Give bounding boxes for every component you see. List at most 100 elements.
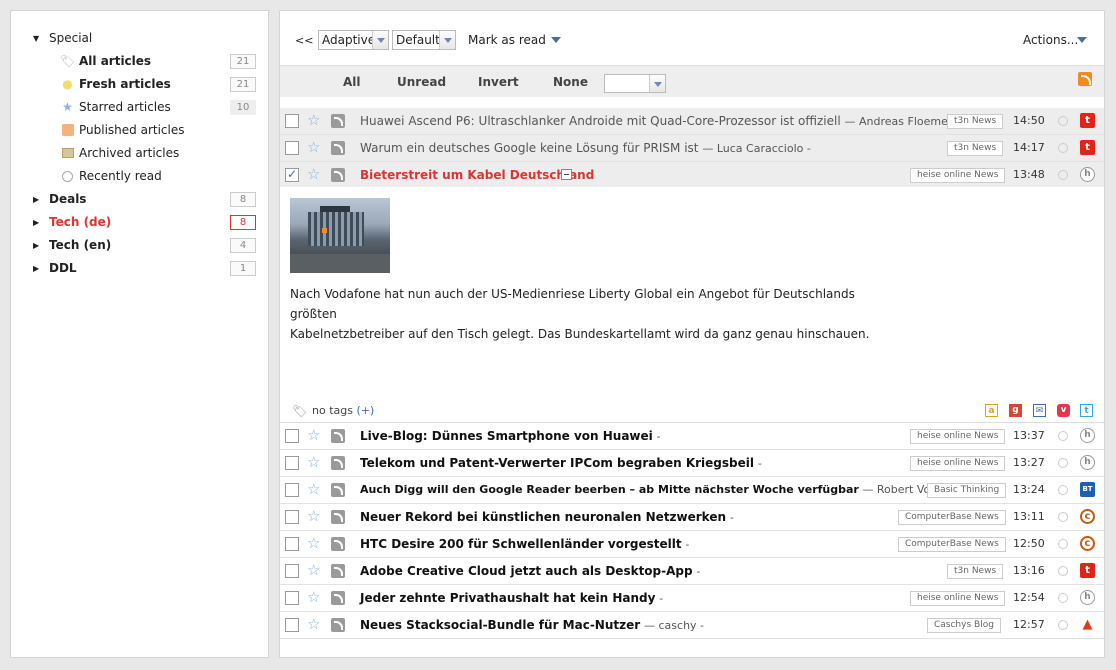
- category-special[interactable]: ▼ Special: [11, 27, 268, 49]
- feed-item-published-articles[interactable]: Published articles: [11, 119, 268, 141]
- star-icon[interactable]: ☆: [307, 166, 320, 182]
- feed-badge[interactable]: heise online News: [910, 591, 1006, 606]
- star-icon[interactable]: ☆: [307, 508, 320, 524]
- headline-title[interactable]: Warum ein deutsches Google keine Lösung …: [360, 141, 811, 155]
- headline-row[interactable]: ☆ Huawei Ascend P6: Ultraschlanker Andro…: [280, 108, 1104, 135]
- select-checkbox[interactable]: [285, 114, 299, 128]
- star-icon[interactable]: ☆: [307, 616, 320, 632]
- select-checkbox[interactable]: [285, 564, 299, 578]
- feed-item-fresh-articles[interactable]: ● Fresh articles 21: [11, 73, 268, 95]
- select-checkbox[interactable]: [285, 618, 299, 632]
- select-unread-link[interactable]: Unread: [397, 75, 446, 89]
- select-checkbox[interactable]: [285, 167, 299, 182]
- rss-icon[interactable]: [331, 429, 345, 443]
- collapsed-arrow-icon[interactable]: ▶: [33, 264, 39, 273]
- headline-row[interactable]: ☆ Telekom und Patent-Verwerter IPCom beg…: [280, 450, 1104, 477]
- view-mode-select[interactable]: Adaptive: [318, 30, 389, 50]
- rss-icon[interactable]: [331, 114, 345, 128]
- rss-icon[interactable]: [331, 141, 345, 155]
- feed-item-archived-articles[interactable]: Archived articles: [11, 142, 268, 164]
- headline-title[interactable]: Neues Stacksocial-Bundle für Mac-Nutzer …: [360, 618, 704, 632]
- actions-menu-button[interactable]: Actions...: [1023, 33, 1078, 47]
- headline-title[interactable]: HTC Desire 200 für Schwellenländer vorge…: [360, 537, 689, 551]
- feed-badge[interactable]: heise online News: [910, 429, 1006, 444]
- category-tech-en[interactable]: ▶ Tech (en) 4: [11, 234, 268, 256]
- email-icon[interactable]: ✉: [1033, 404, 1046, 417]
- google-plus-icon[interactable]: g: [1009, 404, 1022, 417]
- star-icon[interactable]: ☆: [307, 454, 320, 470]
- rss-icon[interactable]: [331, 483, 345, 497]
- category-deals[interactable]: ▶ Deals 8: [11, 188, 268, 210]
- headline-title[interactable]: Neuer Rekord bei künstlichen neuronalen …: [360, 510, 734, 524]
- star-icon[interactable]: ☆: [307, 427, 320, 443]
- headline-title[interactable]: Bieterstreit um Kabel Deutschland: [360, 168, 594, 182]
- feed-badge[interactable]: heise online News: [910, 168, 1006, 183]
- feed-badge[interactable]: ComputerBase News: [898, 510, 1006, 525]
- star-icon[interactable]: ☆: [307, 139, 320, 155]
- star-icon[interactable]: ☆: [307, 562, 320, 578]
- collapsed-arrow-icon[interactable]: ▶: [33, 195, 39, 204]
- select-checkbox[interactable]: [285, 456, 299, 470]
- feed-badge[interactable]: heise online News: [910, 456, 1006, 471]
- category-ddl[interactable]: ▶ DDL 1: [11, 257, 268, 279]
- select-checkbox[interactable]: [285, 141, 299, 155]
- select-checkbox[interactable]: [285, 591, 299, 605]
- headline-title[interactable]: Adobe Creative Cloud jetzt auch als Desk…: [360, 564, 700, 578]
- feed-badge[interactable]: Basic Thinking: [927, 483, 1007, 498]
- star-icon[interactable]: ☆: [307, 112, 320, 128]
- headline-row[interactable]: ☆ Live-Blog: Dünnes Smartphone von Huawe…: [280, 423, 1104, 450]
- select-none-link[interactable]: None: [553, 75, 588, 89]
- feed-item-starred-articles[interactable]: ★ Starred articles 10: [11, 96, 268, 118]
- select-checkbox[interactable]: [285, 429, 299, 443]
- star-icon[interactable]: ☆: [307, 589, 320, 605]
- rss-icon[interactable]: [331, 537, 345, 551]
- select-checkbox[interactable]: [285, 483, 299, 497]
- star-icon[interactable]: ☆: [307, 481, 320, 497]
- headline-row[interactable]: ☆ Warum ein deutsches Google keine Lösun…: [280, 135, 1104, 162]
- mark-as-read-button[interactable]: Mark as read: [468, 33, 546, 47]
- feed-item-all-articles[interactable]: 🏷 All articles 21: [11, 50, 268, 72]
- headline-row[interactable]: ☆ Neuer Rekord bei künstlichen neuronale…: [280, 504, 1104, 531]
- select-invert-link[interactable]: Invert: [478, 75, 519, 89]
- rss-icon[interactable]: [331, 591, 345, 605]
- collapse-sidebar-button[interactable]: <<: [295, 34, 313, 47]
- actions-dropdown-icon[interactable]: [1077, 37, 1087, 43]
- order-select[interactable]: Default: [392, 30, 456, 50]
- select-all-link[interactable]: All: [343, 75, 361, 89]
- active-headline-row[interactable]: ☆ Bieterstreit um Kabel Deutschland heis…: [280, 162, 1104, 189]
- rss-icon[interactable]: [331, 510, 345, 524]
- headline-row[interactable]: ☆ Jeder zehnte Privathaushalt hat kein H…: [280, 585, 1104, 612]
- select-checkbox[interactable]: [285, 537, 299, 551]
- collapse-article-icon[interactable]: [561, 169, 572, 180]
- headline-title[interactable]: Jeder zehnte Privathaushalt hat kein Han…: [360, 591, 663, 605]
- headline-title[interactable]: Huawei Ascend P6: Ultraschlanker Android…: [360, 114, 960, 128]
- feed-badge[interactable]: Caschys Blog: [927, 618, 1001, 633]
- feed-badge[interactable]: t3n News: [947, 114, 1004, 129]
- headline-title[interactable]: Auch Digg will den Google Reader beerben…: [360, 483, 963, 496]
- collapsed-arrow-icon[interactable]: ▶: [33, 218, 39, 227]
- rss-icon[interactable]: [331, 618, 345, 632]
- collapsed-arrow-icon[interactable]: ▶: [33, 241, 39, 250]
- mark-as-read-dropdown-icon[interactable]: [551, 37, 561, 43]
- feed-badge[interactable]: t3n News: [947, 564, 1004, 579]
- rss-icon[interactable]: [331, 456, 345, 470]
- star-icon[interactable]: ☆: [307, 535, 320, 551]
- headline-title[interactable]: Telekom und Patent-Verwerter IPCom begra…: [360, 456, 762, 470]
- headline-row[interactable]: ☆ Adobe Creative Cloud jetzt auch als De…: [280, 558, 1104, 585]
- headline-row[interactable]: ☆ HTC Desire 200 für Schwellenländer vor…: [280, 531, 1104, 558]
- headline-row[interactable]: ☆ Neues Stacksocial-Bundle für Mac-Nutze…: [280, 612, 1104, 639]
- rss-feed-icon[interactable]: [1078, 72, 1092, 86]
- rss-icon[interactable]: [331, 168, 345, 182]
- expanded-arrow-icon[interactable]: ▼: [33, 34, 39, 43]
- twitter-icon[interactable]: t: [1080, 404, 1093, 417]
- headline-title[interactable]: Live-Blog: Dünnes Smartphone von Huawei …: [360, 429, 661, 443]
- pocket-icon[interactable]: v: [1057, 404, 1070, 417]
- select-checkbox[interactable]: [285, 510, 299, 524]
- feed-badge[interactable]: ComputerBase News: [898, 537, 1006, 552]
- add-tag-button[interactable]: (+): [356, 404, 374, 417]
- feed-badge[interactable]: t3n News: [947, 141, 1004, 156]
- category-tech-de[interactable]: ▶ Tech (de) 8: [11, 211, 268, 233]
- read-later-icon[interactable]: a: [985, 404, 998, 417]
- headline-row[interactable]: ☆ Auch Digg will den Google Reader beerb…: [280, 477, 1104, 504]
- rss-icon[interactable]: [331, 564, 345, 578]
